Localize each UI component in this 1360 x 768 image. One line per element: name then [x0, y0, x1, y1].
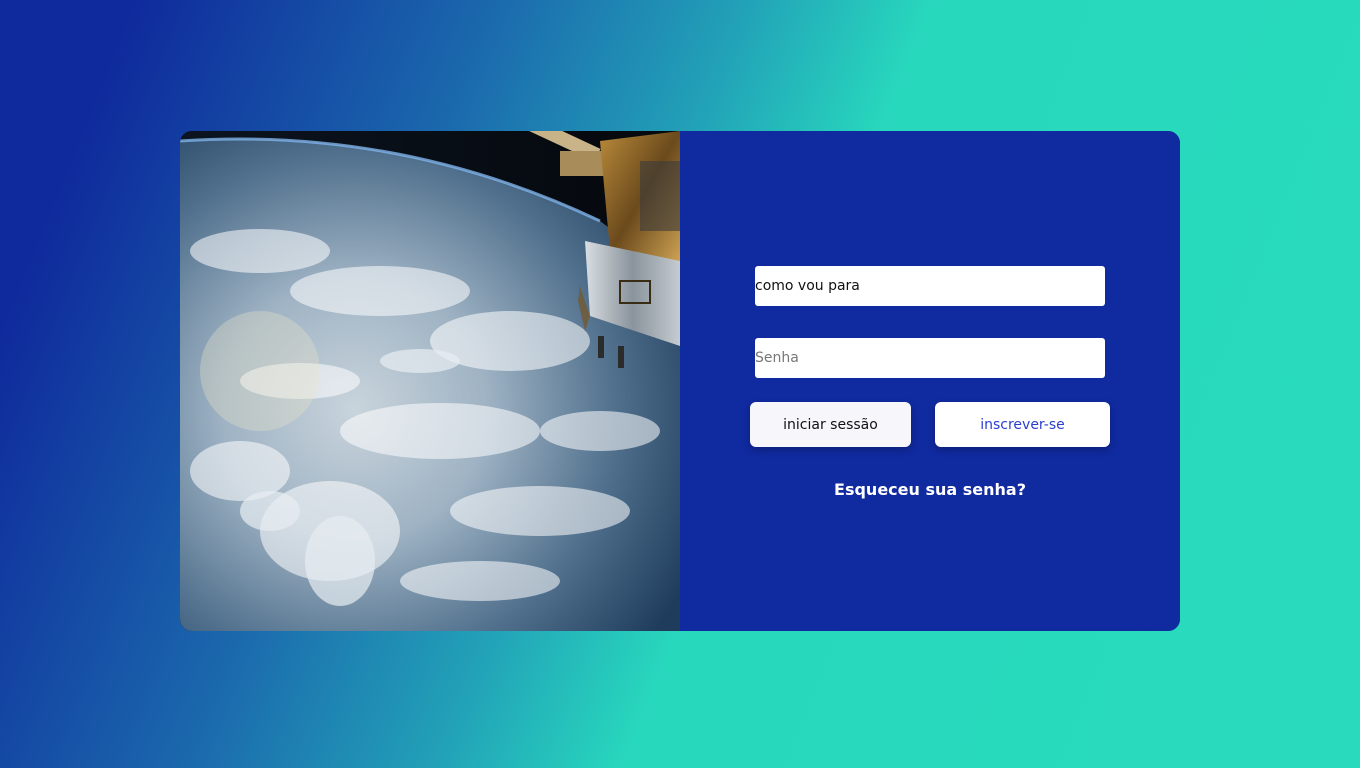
forgot-password-link[interactable]: Esqueceu sua senha?	[680, 480, 1180, 499]
earth-image-icon	[180, 131, 680, 631]
password-input[interactable]	[755, 338, 1105, 378]
earth-from-space-photo	[180, 131, 680, 631]
login-card: iniciar sessão inscrever-se Esqueceu sua…	[180, 131, 1180, 631]
signup-button[interactable]: inscrever-se	[935, 402, 1110, 447]
username-input[interactable]	[755, 266, 1105, 306]
login-button[interactable]: iniciar sessão	[750, 402, 911, 447]
login-form-panel: iniciar sessão inscrever-se Esqueceu sua…	[680, 131, 1180, 631]
